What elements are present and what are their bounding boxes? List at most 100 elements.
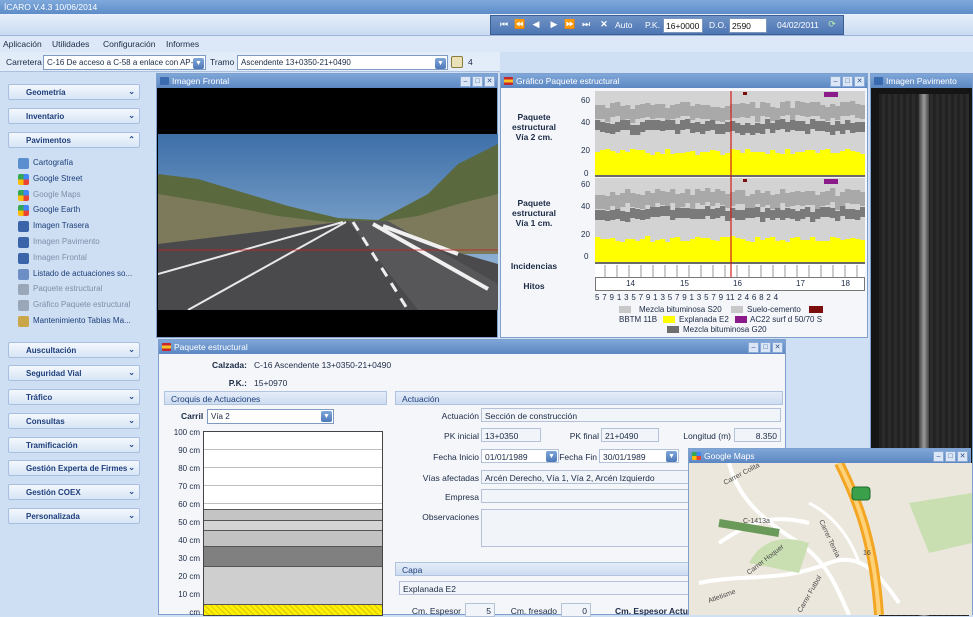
sidebar-item-paquete-estructural[interactable]: Paquete estructural: [18, 284, 102, 298]
layer-explanada: [710, 150, 716, 175]
close-icon[interactable]: ✕: [772, 342, 783, 353]
group-gestion-experta[interactable]: Gestión Experta de Firmes ⌄: [8, 460, 140, 476]
sidebar-item-google-street[interactable]: Google Street: [18, 173, 82, 188]
actuacion-field[interactable]: Sección de construcción: [481, 408, 781, 422]
minimize-icon[interactable]: –: [933, 451, 944, 462]
layer-g20: [605, 123, 611, 133]
group-auscultacion[interactable]: Auscultación ⌄: [8, 342, 140, 358]
fecha-fin-field[interactable]: 30/01/1989 ▼: [599, 449, 679, 463]
layer-g20: [775, 120, 781, 130]
layer-g20: [825, 207, 831, 217]
group-consultas[interactable]: Consultas ⌄: [8, 413, 140, 429]
menu-utilidades[interactable]: Utilidades: [52, 39, 89, 49]
group-geometria[interactable]: Geometría ⌄: [8, 84, 140, 100]
sidebar-item-listado-de-actuaciones-so[interactable]: Listado de actuaciones so...: [18, 268, 132, 283]
layer-g20: [735, 123, 741, 133]
pk-final-field[interactable]: 21+0490: [601, 428, 659, 442]
pk-inicial-field[interactable]: 13+0350: [481, 428, 541, 442]
close-icon[interactable]: ✕: [597, 19, 611, 30]
layer-g20: [600, 122, 606, 132]
window-controls: – □ ✕: [932, 450, 968, 462]
minimize-icon[interactable]: –: [748, 342, 759, 353]
google-icon: [18, 173, 29, 185]
group-pavimentos[interactable]: Pavimentos ⌃: [8, 132, 140, 148]
street-label: C-1413a: [743, 518, 770, 525]
longitud-field[interactable]: 8.350: [734, 428, 781, 442]
step-forward-icon[interactable]: ▶: [547, 19, 561, 30]
sidebar-item-google-earth[interactable]: Google Earth: [18, 205, 80, 219]
layer-bbtm: [800, 102, 806, 116]
tick-label: 20: [581, 230, 590, 239]
maximize-icon[interactable]: □: [842, 76, 853, 87]
layer-explanada: [625, 239, 631, 262]
step-back-icon[interactable]: ◀: [529, 19, 543, 30]
sidebar-item-cartograf-a[interactable]: Cartografía: [18, 158, 73, 172]
chevron-down-icon: ⌄: [128, 511, 135, 520]
last-icon[interactable]: ⏭: [579, 19, 593, 30]
layer-explanada: [800, 240, 806, 262]
layer-explanada: [750, 152, 756, 175]
pk-input[interactable]: 16+0000: [663, 18, 703, 33]
sidebar-item-google-maps[interactable]: Google Maps: [18, 189, 81, 204]
hito-label: 14: [626, 279, 635, 288]
layer-bbtm: [800, 192, 806, 206]
group-tramificacion[interactable]: Tramificación ⌄: [8, 437, 140, 453]
sidebar-item-gr-fico-paquete-estructural[interactable]: Gráfico Paquete estructural: [18, 300, 130, 314]
pk-final-label: PK final: [569, 431, 599, 441]
sidebar-item-mantenimiento-tablas-ma[interactable]: Mantenimiento Tablas Ma...: [18, 316, 131, 330]
menu-aplicacion[interactable]: Aplicación: [3, 39, 42, 49]
legend-label: Explanada E2: [679, 315, 729, 324]
minimize-icon[interactable]: –: [460, 76, 471, 87]
layer-explanada: [830, 153, 836, 175]
sidebar-item-imagen-trasera[interactable]: Imagen Trasera: [18, 221, 89, 235]
layer-explanada: [800, 152, 806, 175]
map-view[interactable]: Carrer Colita C-1413a Carrer Tenria Carr…: [689, 463, 972, 615]
layer-g20: [750, 208, 756, 218]
carretera-select[interactable]: C-16 De acceso a C-58 a enlace con AP-7 …: [43, 55, 206, 70]
close-icon[interactable]: ✕: [484, 76, 495, 87]
sidebar-item-imagen-pavimento[interactable]: Imagen Pavimento: [18, 237, 100, 251]
maximize-icon[interactable]: □: [760, 342, 771, 353]
sidebar-item-label: Google Earth: [33, 205, 81, 215]
via1-label: Paquete estructural Vía 1 cm.: [512, 198, 556, 228]
fast-forward-icon[interactable]: ⏩: [563, 19, 577, 30]
do-input[interactable]: 2590: [729, 18, 767, 33]
minimize-icon[interactable]: –: [830, 76, 841, 87]
layer-block-explanada[interactable]: [204, 604, 382, 615]
vias-label: Vías afectadas: [422, 473, 479, 483]
group-trafico[interactable]: Tráfico ⌄: [8, 389, 140, 405]
layer-explanada: [725, 237, 731, 262]
close-icon[interactable]: ✕: [957, 451, 968, 462]
menu-configuracion[interactable]: Configuración: [103, 39, 155, 49]
layer-bbtm: [750, 194, 756, 208]
tag-icon[interactable]: [451, 56, 463, 68]
first-icon[interactable]: ⏮: [497, 19, 511, 30]
auto-button[interactable]: Auto: [615, 20, 633, 30]
layer-bbtm: [760, 102, 766, 116]
window-title: Google Maps: [704, 451, 755, 461]
maximize-icon[interactable]: □: [472, 76, 483, 87]
group-seguridad-vial[interactable]: Seguridad Vial ⌄: [8, 365, 140, 381]
street-label: 16: [863, 550, 871, 557]
layer-explanada: [850, 238, 856, 262]
layer-bbtm: [855, 104, 861, 118]
layer-bbtm: [845, 102, 851, 116]
layer-bbtm: [840, 102, 846, 116]
close-icon[interactable]: ✕: [854, 76, 865, 87]
group-inventario[interactable]: Inventario ⌄: [8, 108, 140, 124]
tramo-select[interactable]: Ascendente 13+0350-21+0490 ▼: [237, 55, 448, 70]
menu-informes[interactable]: Informes: [166, 39, 199, 49]
maximize-icon[interactable]: □: [945, 451, 956, 462]
carril-select[interactable]: Vía 2 ▼: [207, 409, 334, 424]
fecha-inicio-field[interactable]: 01/01/1989 ▼: [481, 449, 559, 463]
refresh-icon[interactable]: ⟳: [825, 19, 839, 30]
layer-explanada: [810, 150, 816, 175]
window-controls: – □ ✕: [829, 75, 865, 87]
fast-back-icon[interactable]: ⏪: [513, 19, 527, 30]
layer-g20: [615, 209, 621, 219]
sidebar-item-imagen-frontal[interactable]: Imagen Frontal: [18, 252, 87, 267]
group-personalizada[interactable]: Personalizada ⌄: [8, 508, 140, 524]
layer-explanada: [840, 240, 846, 262]
sidebar-item-label: Paquete estructural: [33, 284, 103, 294]
group-gestion-coex[interactable]: Gestión COEX ⌄: [8, 484, 140, 500]
